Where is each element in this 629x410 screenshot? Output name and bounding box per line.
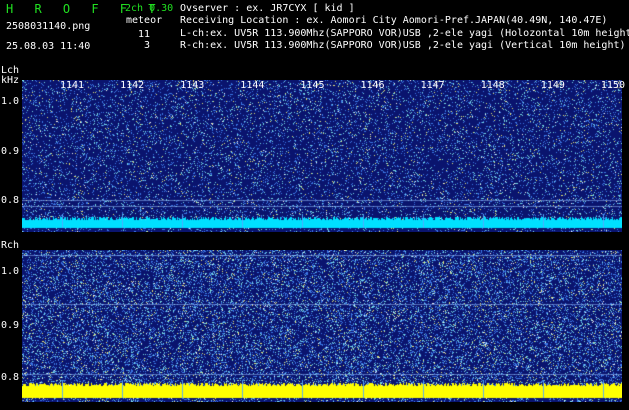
time-tick-1145: 1145 — [300, 80, 325, 91]
time-tick-1150: 1150 — [600, 80, 625, 91]
filename-label: 2508031140.png — [6, 21, 91, 32]
lch-y-label-3: 0.8 — [1, 195, 20, 206]
lch-waterfall-canvas — [22, 80, 622, 232]
datetime-label: 25.08.03 11:40 — [6, 41, 91, 52]
rch-y-label-3: 0.8 — [1, 372, 20, 383]
lch-unit-label: kHz — [1, 75, 20, 86]
observer-info: Ovserver : ex. JR7CYX [ kid ] — [180, 3, 355, 14]
meteor-count-rch: 3 — [143, 40, 150, 51]
time-tick-1148: 1148 — [480, 80, 505, 91]
rch-y-label-1: 1.0 — [1, 266, 20, 277]
time-tick-1143: 1143 — [180, 80, 205, 91]
rch-channel-label: Rch — [1, 240, 20, 251]
lch-y-label-1: 1.0 — [1, 96, 20, 107]
lch-y-label-2: 0.9 — [1, 146, 20, 157]
meteor-label: meteor — [126, 15, 163, 26]
location-info: Receiving Location : ex. Aomori City Aom… — [180, 15, 608, 26]
rch-waterfall-canvas — [22, 250, 622, 402]
rch-y-label-2: 0.9 — [1, 320, 20, 331]
lch-right-edge — [622, 80, 629, 232]
meteor-count-lch: 11 — [137, 29, 150, 40]
lch-receiver-info: L-ch:ex. UV5R 113.900Mhz(SAPPORO VOR)USB… — [180, 28, 629, 39]
time-tick-1149: 1149 — [540, 80, 565, 91]
time-tick-1146: 1146 — [360, 80, 385, 91]
time-tick-1147: 1147 — [420, 80, 445, 91]
version-label: 2ch 0.30 — [125, 3, 174, 14]
lch-waterfall — [22, 80, 622, 232]
time-tick-1144: 1144 — [240, 80, 265, 91]
rch-right-edge — [622, 250, 629, 402]
time-tick-1142: 1142 — [120, 80, 145, 91]
rch-receiver-info: R-ch:ex. UV5R 113.900Mhz(SAPPORO VOR)USB… — [180, 40, 626, 51]
rch-waterfall — [22, 250, 622, 402]
time-tick-1141: 1141 — [60, 80, 85, 91]
